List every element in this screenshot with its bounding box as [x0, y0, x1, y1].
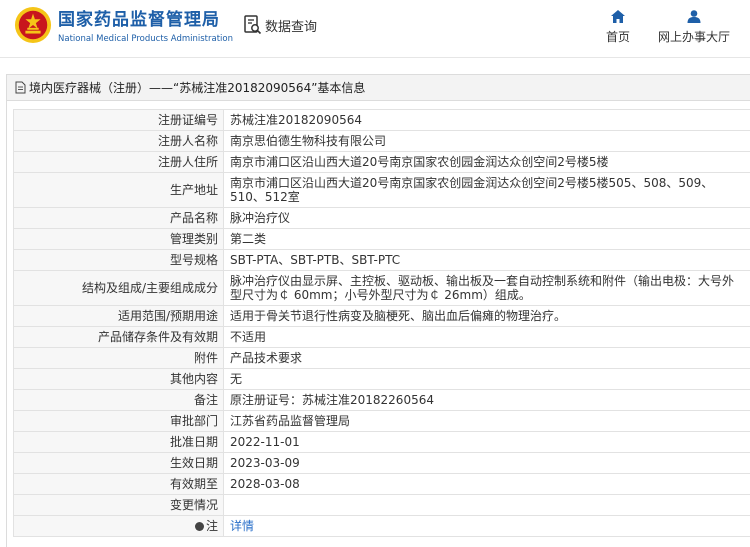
registration-info-table: 注册证编号 苏械注准20182090564 注册人名称 南京思伯德生物科技有限公司 … [13, 109, 750, 537]
table-row: 注册人住所 南京市浦口区沿山西大道20号南京国家农创园金润达众创空间2号楼5楼 [13, 151, 750, 173]
note-icon [194, 522, 204, 531]
row-value: 脉冲治疗仪 [223, 207, 750, 229]
site-header: 国家药品监督管理局 National Medical Products Admi… [0, 0, 750, 58]
row-value: 原注册证号：苏械注准20182260564 [223, 389, 750, 411]
table-row: 有效期至 2028-03-08 [13, 473, 750, 495]
row-label: 生产地址 [13, 172, 224, 208]
row-value: 2023-03-09 [223, 452, 750, 474]
table-row: 审批部门 江苏省药品监督管理局 [13, 410, 750, 432]
table-row: 注册证编号 苏械注准20182090564 [13, 109, 750, 131]
row-label: 注册人住所 [13, 151, 224, 173]
home-icon [611, 10, 625, 23]
table-row: 生产地址 南京市浦口区沿山西大道20号南京国家农创园金润达众创空间2号楼5楼505… [13, 172, 750, 208]
table-row: 注详情 [13, 515, 750, 537]
row-label: 产品名称 [13, 207, 224, 229]
row-label: 备注 [13, 389, 224, 411]
row-value: 2022-11-01 [223, 431, 750, 453]
row-value: 无 [223, 368, 750, 390]
row-value: 不适用 [223, 326, 750, 348]
nav-home[interactable]: 首页 [606, 10, 630, 45]
table-row: 产品储存条件及有效期 不适用 [13, 326, 750, 348]
row-label: 产品储存条件及有效期 [13, 326, 224, 348]
row-value: 南京市浦口区沿山西大道20号南京国家农创园金润达众创空间2号楼5楼 [223, 151, 750, 173]
info-panel: 境内医疗器械（注册）——“苏械注准20182090564”基本信息 注册证编号苏… [6, 74, 750, 547]
row-value: 适用于骨关节退行性病变及脑梗死、脑出血后偏瘫的物理治疗。 [223, 305, 750, 327]
table-row: 结构及组成/主要组成成分 脉冲治疗仪由显示屏、主控板、驱动板、输出板及一套自动控制… [13, 270, 750, 306]
row-value: 苏械注准20182090564 [223, 109, 750, 131]
table-row: 产品名称 脉冲治疗仪 [13, 207, 750, 229]
row-value: SBT-PTA、SBT-PTB、SBT-PTC [223, 249, 750, 271]
row-label: 管理类别 [13, 228, 224, 250]
table-row: 注册人名称 南京思伯德生物科技有限公司 [13, 130, 750, 152]
details-link[interactable]: 详情 [230, 519, 254, 533]
row-value: 2028-03-08 [223, 473, 750, 495]
row-value: 脉冲治疗仪由显示屏、主控板、驱动板、输出板及一套自动控制系统和附件（输出电极：大… [223, 270, 750, 306]
table-row: 型号规格 SBT-PTA、SBT-PTB、SBT-PTC [13, 249, 750, 271]
table-row: 适用范围/预期用途 适用于骨关节退行性病变及脑梗死、脑出血后偏瘫的物理治疗。 [13, 305, 750, 327]
brand-name-en: National Medical Products Administration [58, 34, 233, 44]
table-row: 附件 产品技术要求 [13, 347, 750, 369]
row-value [223, 494, 750, 516]
row-value: 南京市浦口区沿山西大道20号南京国家农创园金润达众创空间2号楼5楼505、508… [223, 172, 750, 208]
row-value: 产品技术要求 [223, 347, 750, 369]
row-label-note: 注 [13, 515, 224, 537]
nav-home-label: 首页 [606, 30, 631, 44]
row-label: 型号规格 [13, 249, 224, 271]
table-row: 管理类别 第二类 [13, 228, 750, 250]
table-row: 变更情况 [13, 494, 750, 516]
table-row: 生效日期 2023-03-09 [13, 452, 750, 474]
data-query-label: 数据查询 [265, 19, 318, 35]
document-icon [15, 81, 26, 94]
brand-name-cn: 国家药品监督管理局 [58, 10, 220, 30]
table-row: 批准日期 2022-11-01 [13, 431, 750, 453]
row-value: 第二类 [223, 228, 750, 250]
row-label: 注册人名称 [13, 130, 224, 152]
table-row: 其他内容无 [13, 368, 750, 390]
row-label: 审批部门 [13, 410, 224, 432]
row-label: 附件 [13, 347, 224, 369]
data-query-link[interactable]: 数据查询 [244, 15, 317, 35]
panel-header: 境内医疗器械（注册）——“苏械注准20182090564”基本信息 [7, 75, 750, 101]
nav-online-hall-label: 网上办事大厅 [658, 30, 731, 44]
user-icon [687, 10, 701, 23]
row-label: 批准日期 [13, 431, 224, 453]
row-label: 生效日期 [13, 452, 224, 474]
row-label: 其他内容 [13, 368, 224, 390]
row-value: 南京思伯德生物科技有限公司 [223, 130, 750, 152]
row-label: 结构及组成/主要组成成分 [13, 270, 224, 306]
panel-body: 注册证编号 苏械注准20182090564 注册人名称 南京思伯德生物科技有限公司 … [7, 101, 750, 537]
national-emblem-icon[interactable] [14, 6, 52, 44]
row-label: 适用范围/预期用途 [13, 305, 224, 327]
row-value: 江苏省药品监督管理局 [223, 410, 750, 432]
row-label: 有效期至 [13, 473, 224, 495]
nav-online-hall[interactable]: 网上办事大厅 [658, 10, 730, 45]
table-row: 备注 原注册证号：苏械注准20182260564 [13, 389, 750, 411]
brand[interactable]: 国家药品监督管理局 National Medical Products Admi… [58, 9, 233, 45]
row-value: 详情 [223, 515, 750, 537]
note-label: 注 [205, 519, 218, 533]
panel-title: 境内医疗器械（注册）——“苏械注准20182090564”基本信息 [29, 81, 366, 95]
document-search-icon [244, 15, 262, 35]
row-label: 注册证编号 [13, 109, 224, 131]
row-label: 变更情况 [13, 494, 224, 516]
